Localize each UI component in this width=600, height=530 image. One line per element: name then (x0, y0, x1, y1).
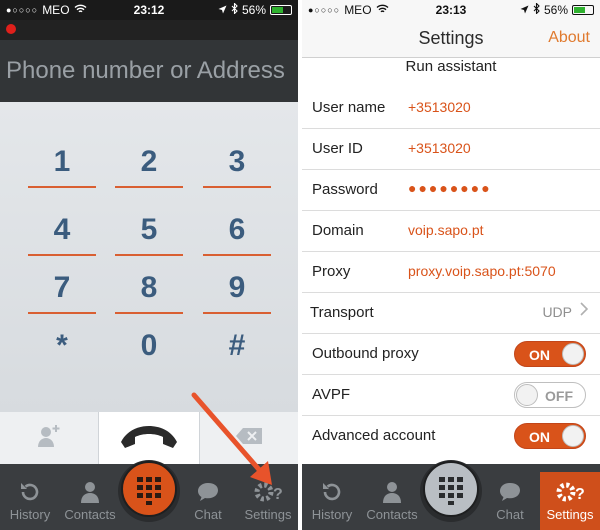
navigation-bar: Settings About (302, 20, 600, 58)
dialpad-icon (423, 460, 479, 522)
record-bar (0, 20, 298, 40)
settings-list: Run assistant User name +3513020 User ID… (302, 58, 600, 464)
avpf-row: AVPF OFF (302, 375, 600, 416)
tab-contacts[interactable]: Contacts (362, 472, 422, 530)
avpf-toggle[interactable]: OFF (514, 382, 586, 408)
battery-percent: 56% (543, 3, 568, 17)
dialer-screen: ●○○○○ MEO 23:12 56% Phone number or Addr… (0, 0, 298, 530)
run-assistant-button[interactable]: Run assistant (302, 58, 600, 80)
advanced-account-toggle[interactable]: ON (514, 423, 586, 449)
dialer-tab-button[interactable] (420, 460, 482, 522)
battery-icon (270, 5, 292, 15)
chat-icon (498, 479, 522, 505)
status-bar: ●○○○○ MEO 23:13 56% (302, 0, 600, 20)
key-1[interactable]: 1 (22, 134, 102, 190)
contacts-icon (80, 479, 100, 505)
tab-contacts[interactable]: Contacts (60, 472, 120, 530)
add-contact-icon (36, 423, 62, 454)
outbound-proxy-row: Outbound proxy ON (302, 334, 600, 375)
username-row[interactable]: User name +3513020 (302, 88, 600, 129)
settings-icon: ? (253, 479, 283, 505)
screenshot-root: ●○○○○ MEO 23:12 56% Phone number or Addr… (0, 0, 600, 530)
dialpad-icon (121, 460, 177, 522)
tab-settings[interactable]: ? Settings (540, 472, 600, 530)
contacts-icon (382, 479, 402, 505)
phone-icon (117, 420, 181, 457)
key-9[interactable]: 9 (197, 260, 277, 316)
key-4[interactable]: 4 (22, 202, 102, 258)
call-button[interactable] (98, 412, 200, 464)
location-icon (218, 3, 227, 17)
tab-settings[interactable]: ? Settings (238, 472, 298, 530)
history-icon (320, 479, 344, 505)
about-button[interactable]: About (548, 29, 590, 47)
proxy-row[interactable]: Proxy proxy.voip.sapo.pt:5070 (302, 252, 600, 293)
backspace-button[interactable] (200, 412, 298, 464)
battery-percent: 56% (241, 3, 266, 17)
backspace-icon (235, 427, 263, 450)
password-row[interactable]: Password ●●●●●●●● (302, 170, 600, 211)
key-0[interactable]: 0 (109, 318, 189, 374)
username-value[interactable]: +3513020 (408, 99, 471, 115)
history-icon (18, 479, 42, 505)
address-input[interactable] (0, 40, 298, 102)
toggle-knob (562, 343, 584, 365)
key-star[interactable]: * (22, 318, 102, 374)
settings-screen: ●○○○○ MEO 23:13 56% Settings About Run a… (302, 0, 600, 530)
toggle-knob (562, 425, 584, 447)
chevron-right-icon (580, 302, 589, 319)
add-contact-button[interactable] (0, 412, 98, 464)
tab-bar: History Contacts Chat ? Settings (0, 460, 298, 530)
advanced-account-row: Advanced account ON (302, 416, 600, 457)
userid-value[interactable]: +3513020 (408, 140, 471, 156)
key-5[interactable]: 5 (109, 202, 189, 258)
key-3[interactable]: 3 (197, 134, 277, 190)
userid-row[interactable]: User ID +3513020 (302, 129, 600, 170)
status-bar: ●○○○○ MEO 23:12 56% (0, 0, 298, 20)
domain-row[interactable]: Domain voip.sapo.pt (302, 211, 600, 252)
domain-value[interactable]: voip.sapo.pt (408, 222, 484, 238)
tab-chat[interactable]: Chat (178, 472, 238, 530)
svg-text:?: ? (273, 486, 283, 503)
proxy-value[interactable]: proxy.voip.sapo.pt:5070 (408, 263, 556, 279)
toggle-knob (516, 384, 538, 406)
key-2[interactable]: 2 (109, 134, 189, 190)
dialer-action-bar (0, 412, 298, 464)
tab-chat[interactable]: Chat (480, 472, 540, 530)
bluetooth-icon (231, 2, 238, 17)
settings-icon: ? (555, 479, 585, 505)
chat-icon (196, 479, 220, 505)
key-8[interactable]: 8 (109, 260, 189, 316)
address-bar (0, 40, 298, 102)
transport-value: UDP (542, 304, 572, 320)
key-7[interactable]: 7 (22, 260, 102, 316)
password-value[interactable]: ●●●●●●●● (408, 180, 492, 196)
outbound-proxy-toggle[interactable]: ON (514, 341, 586, 367)
location-icon (520, 3, 529, 17)
tab-bar: History Contacts Chat ? Settings (302, 460, 600, 530)
keypad: 1 2 3 4 5 6 7 8 9 * 0 # (0, 102, 298, 412)
transport-row[interactable]: Transport UDP (302, 293, 600, 334)
key-6[interactable]: 6 (197, 202, 277, 258)
tab-history[interactable]: History (302, 472, 362, 530)
key-hash[interactable]: # (197, 318, 277, 374)
bluetooth-icon (533, 2, 540, 17)
dialer-tab-button[interactable] (118, 460, 180, 522)
tab-history[interactable]: History (0, 472, 60, 530)
record-indicator-icon (6, 24, 16, 34)
battery-icon (572, 5, 594, 15)
svg-text:?: ? (575, 486, 585, 503)
